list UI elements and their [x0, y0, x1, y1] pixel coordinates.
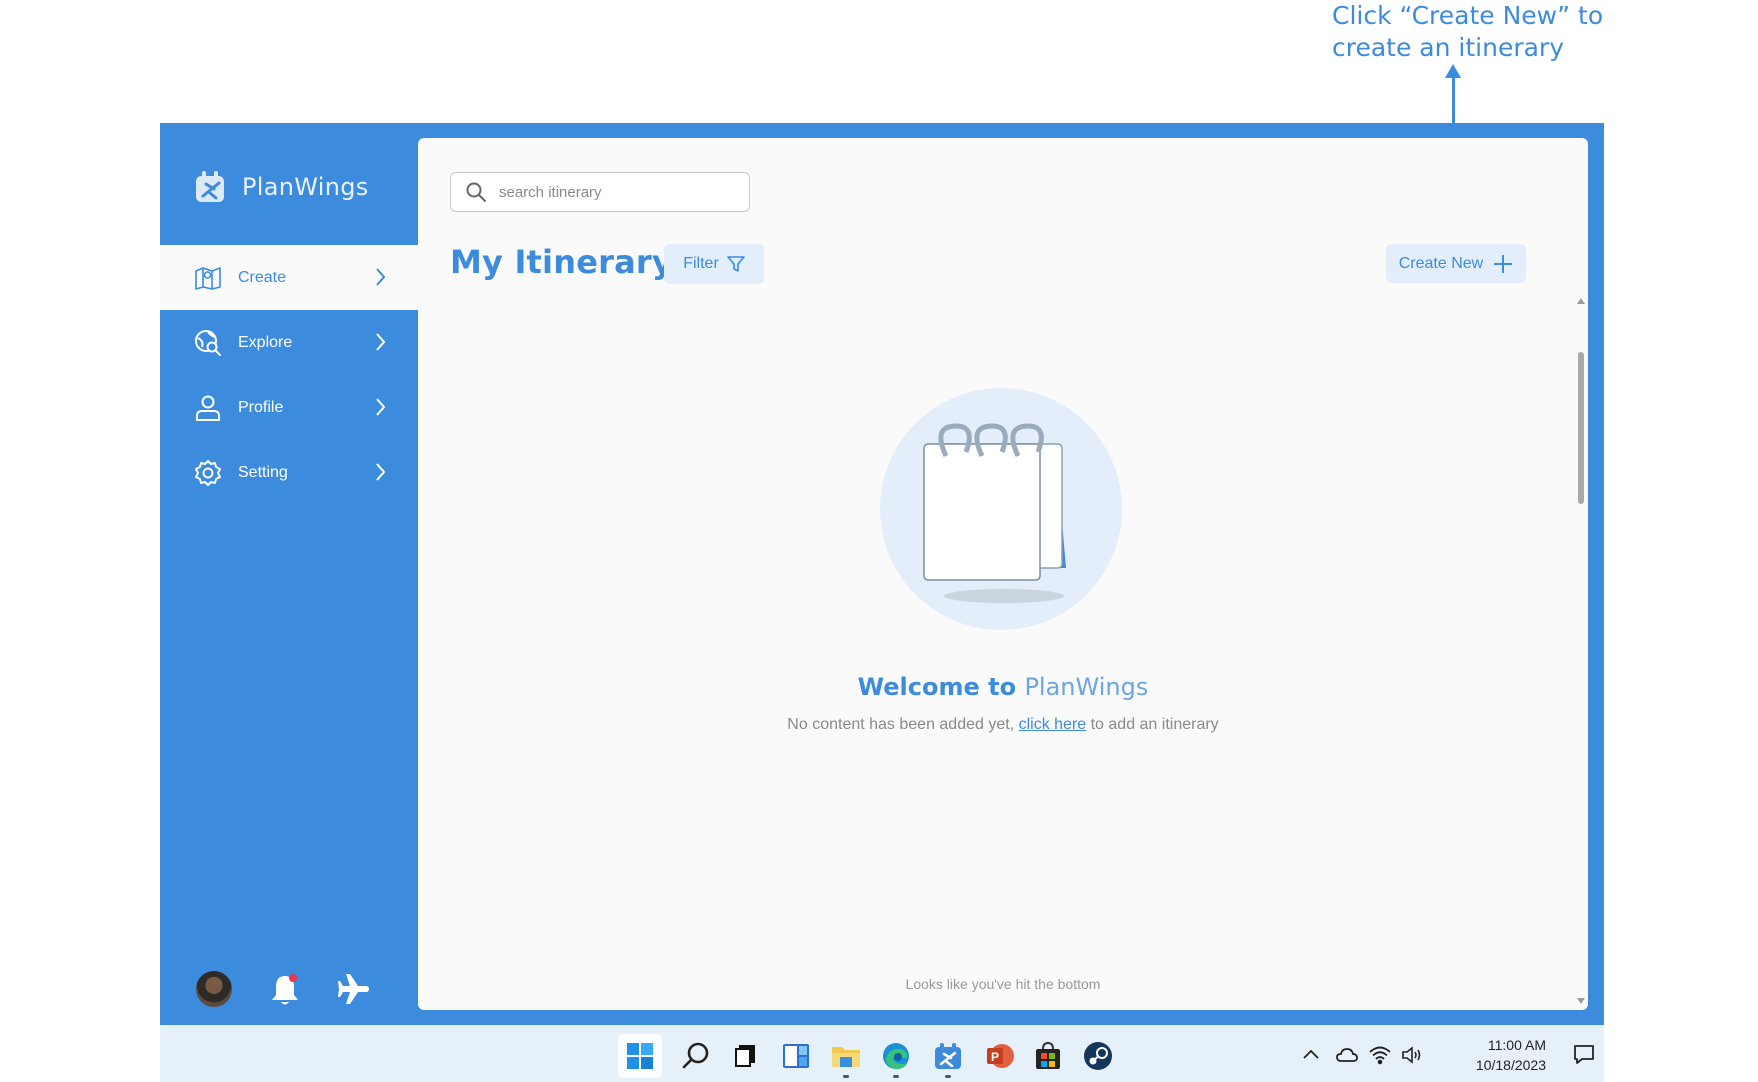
annotation-arrow-head	[1445, 64, 1461, 78]
plus-icon	[1494, 254, 1513, 273]
globe-search-icon	[194, 329, 222, 357]
empty-state-message: No content has been added yet, click her…	[418, 716, 1588, 734]
main-panel: My Itinerary Filter Create New	[418, 138, 1588, 1010]
widgets-button[interactable]	[774, 1034, 818, 1078]
empty-prefix: No content has been added yet,	[787, 716, 1019, 733]
chevron-right-icon	[376, 398, 386, 416]
running-indicator	[843, 1075, 849, 1078]
store-button[interactable]	[1026, 1034, 1070, 1078]
sidebar-item-create[interactable]: Create	[160, 245, 418, 310]
running-indicator	[945, 1075, 951, 1078]
search-input[interactable]	[499, 183, 719, 201]
clock-date: 10/18/2023	[1475, 1057, 1546, 1073]
volume-icon[interactable]	[1400, 1043, 1424, 1067]
sidebar-footer	[194, 969, 394, 1013]
task-view-button[interactable]	[724, 1034, 768, 1078]
sidebar-item-label: Setting	[238, 463, 288, 481]
notification-bell-icon[interactable]	[270, 973, 300, 1007]
welcome-prefix: Welcome to	[857, 673, 1025, 701]
system-clock[interactable]: 11:00 AM 10/18/2023	[1456, 1035, 1546, 1075]
brand-name: PlanWings	[242, 173, 369, 201]
sidebar-item-label: Explore	[238, 333, 293, 351]
search-icon	[466, 182, 486, 202]
chevron-up-icon[interactable]	[1299, 1043, 1323, 1067]
click-here-link[interactable]: click here	[1019, 716, 1087, 733]
file-explorer-button[interactable]	[824, 1034, 868, 1078]
welcome-brand: PlanWings	[1024, 673, 1149, 701]
edge-browser-icon	[883, 1043, 909, 1070]
task-view-icon	[735, 1045, 755, 1067]
taskbar-search-button[interactable]	[674, 1034, 718, 1078]
filter-button[interactable]: Filter	[664, 244, 764, 284]
annotation-line-1: Click “Create New” to	[1332, 1, 1604, 30]
sidebar-item-label: Create	[238, 268, 287, 286]
onedrive-cloud-icon[interactable]	[1335, 1043, 1359, 1067]
chevron-right-icon	[376, 333, 386, 351]
annotation-line-2: create an itinerary	[1332, 33, 1565, 62]
edge-button[interactable]	[874, 1034, 918, 1078]
screen: Click “Create New” to create an itinerar…	[0, 0, 1758, 1082]
app-window: PlanWings Create Explore Profile Setting…	[160, 123, 1604, 1082]
sidebar-item-profile[interactable]: Profile	[160, 375, 418, 440]
powerpoint-icon: P	[987, 1044, 1014, 1068]
planwings-app-button[interactable]	[926, 1034, 970, 1078]
sidebar-item-setting[interactable]: Setting	[160, 440, 418, 505]
empty-suffix: to add an itinerary	[1086, 716, 1219, 733]
map-icon	[194, 264, 222, 292]
search-box[interactable]	[450, 172, 750, 212]
steam-button[interactable]	[1076, 1034, 1120, 1078]
running-indicator	[893, 1075, 899, 1078]
empty-notebook-illustration	[880, 388, 1122, 630]
powerpoint-button[interactable]: P	[978, 1034, 1022, 1078]
scroll-up-arrow-icon[interactable]	[1577, 298, 1585, 304]
vertical-scrollbar[interactable]	[1574, 298, 1588, 1010]
scroll-thumb[interactable]	[1578, 352, 1584, 504]
airplane-icon[interactable]	[338, 972, 372, 1006]
create-new-label: Create New	[1398, 254, 1484, 272]
filter-funnel-icon	[726, 256, 745, 272]
steam-icon	[1084, 1042, 1112, 1070]
widgets-icon	[783, 1044, 809, 1068]
notification-center-icon[interactable]	[1572, 1042, 1596, 1066]
filter-button-label: Filter	[683, 255, 719, 272]
planwings-logo-icon	[196, 171, 224, 202]
start-button[interactable]	[618, 1034, 662, 1078]
chevron-right-icon	[376, 268, 386, 286]
brand[interactable]: PlanWings	[194, 167, 369, 207]
avatar[interactable]	[194, 969, 234, 1009]
scroll-down-arrow-icon[interactable]	[1577, 998, 1585, 1004]
file-explorer-icon	[832, 1047, 860, 1067]
wifi-icon[interactable]	[1368, 1043, 1392, 1067]
annotation-callout: Click “Create New” to create an itinerar…	[1332, 0, 1632, 64]
sidebar-item-explore[interactable]: Explore	[160, 310, 418, 375]
sidebar: PlanWings Create Explore Profile Setting	[160, 123, 418, 1025]
windows-start-icon	[627, 1043, 653, 1069]
gear-icon	[194, 459, 222, 487]
sidebar-nav: Create Explore Profile Setting	[160, 245, 418, 505]
user-icon	[194, 394, 222, 422]
planwings-icon	[935, 1043, 961, 1069]
page-title: My Itinerary	[450, 243, 673, 281]
search-icon	[682, 1042, 709, 1069]
create-new-button[interactable]: Create New	[1386, 244, 1526, 283]
chevron-right-icon	[376, 463, 386, 481]
clock-time: 11:00 AM	[1487, 1037, 1546, 1053]
welcome-heading: Welcome to PlanWings	[418, 673, 1588, 701]
svg-text:P: P	[991, 1050, 999, 1064]
taskbar: P 11:00 AM 10/18/2023	[160, 1025, 1604, 1082]
end-of-list-note: Looks like you've hit the bottom	[905, 976, 1101, 992]
store-icon	[1036, 1041, 1060, 1069]
sidebar-item-label: Profile	[238, 398, 284, 416]
